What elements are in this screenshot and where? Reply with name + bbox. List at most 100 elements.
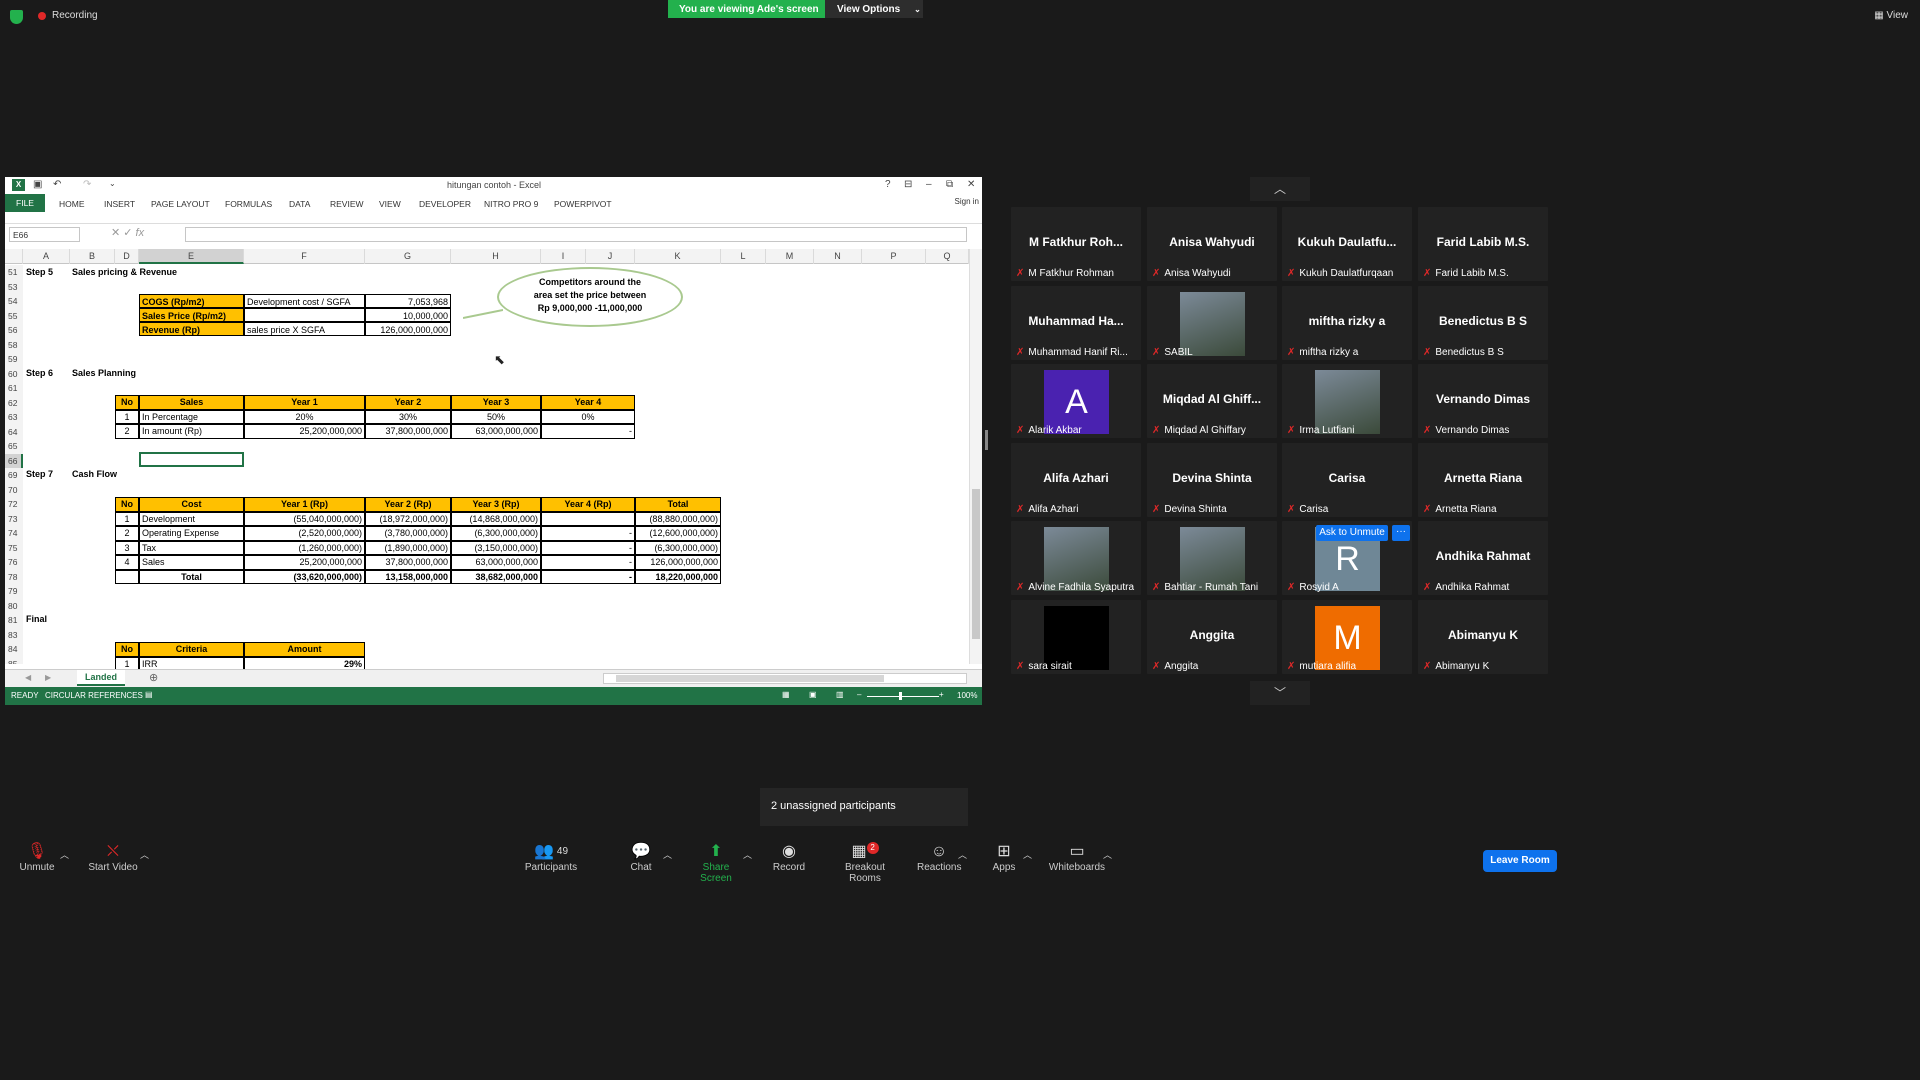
row-header[interactable]: 62 [5, 395, 23, 410]
more-options-icon[interactable]: ··· [1392, 525, 1410, 541]
participant-tile[interactable]: miftha rizky a ✗ miftha rizky a [1282, 286, 1412, 360]
ask-to-unmute-button[interactable]: Ask to Unmute [1316, 525, 1388, 541]
tab-powerpivot[interactable]: POWERPIVOT [554, 199, 612, 209]
competitor-callout[interactable]: Competitors around the area set the pric… [497, 267, 683, 327]
participant-tile[interactable]: ✗ Alvine Fadhila Syaputra [1011, 521, 1141, 595]
col-header[interactable]: F [244, 249, 365, 264]
participant-tile[interactable]: A ✗ Alarik Akbar [1011, 364, 1141, 438]
sign-in-link[interactable]: Sign in [955, 197, 979, 206]
row-header[interactable]: 55 [5, 308, 23, 323]
view-button[interactable]: ▦ View [1874, 10, 1908, 21]
row-header[interactable]: 80 [5, 598, 23, 613]
participant-tile[interactable]: Alifa Azhari ✗ Alifa Azhari [1011, 443, 1141, 517]
sheet-prev-icon[interactable]: ◀ [25, 673, 31, 682]
h-scrollbar-thumb[interactable] [616, 675, 884, 682]
zoom-in-icon[interactable]: + [939, 690, 944, 699]
participant-tile[interactable]: Farid Labib M.S. ✗ Farid Labib M.S. [1418, 207, 1548, 281]
col-header[interactable]: D [115, 249, 139, 264]
gallery-page-down-button[interactable]: ﹀ [1250, 681, 1310, 705]
row-header[interactable]: 83 [5, 627, 23, 642]
chat-button[interactable]: 💬 Chat [628, 842, 654, 873]
selected-cell[interactable] [139, 452, 244, 467]
participant-tile[interactable]: Benedictus B S ✗ Benedictus B S [1418, 286, 1548, 360]
tab-formulas[interactable]: FORMULAS [225, 199, 272, 209]
tab-view[interactable]: VIEW [379, 199, 401, 209]
participant-tile[interactable]: Anisa Wahyudi ✗ Anisa Wahyudi [1147, 207, 1277, 281]
whiteboards-caret-icon[interactable]: ︿ [1103, 848, 1112, 861]
col-header[interactable]: E [139, 249, 244, 264]
col-header[interactable]: G [365, 249, 451, 264]
row-header[interactable]: 51 [5, 265, 23, 280]
redo-icon[interactable]: ↷ [83, 179, 91, 190]
sheet-tab-landed[interactable]: Landed [77, 670, 125, 686]
row-header[interactable]: 63 [5, 410, 23, 425]
tab-page-layout[interactable]: PAGE LAYOUT [151, 199, 210, 209]
zoom-out-icon[interactable]: – [857, 690, 861, 699]
minimize-icon[interactable]: – [926, 179, 932, 190]
col-header[interactable]: J [586, 249, 635, 264]
row-header[interactable]: 85 [5, 656, 23, 664]
tab-data[interactable]: DATA [289, 199, 310, 209]
col-header[interactable]: M [766, 249, 814, 264]
participant-tile[interactable]: Arnetta Riana ✗ Arnetta Riana [1418, 443, 1548, 517]
shared-excel-window[interactable]: X ▣ ↶ ↷ ⌄ hitungan contoh - Excel ? ⊟ – … [5, 177, 982, 705]
row-header[interactable]: 56 [5, 323, 23, 338]
close-icon[interactable]: ✕ [967, 179, 975, 190]
row-header[interactable]: 69 [5, 468, 23, 483]
page-layout-view-icon[interactable]: ▣ [809, 690, 817, 699]
participant-tile[interactable]: Andhika Rahmat ✗ Andhika Rahmat [1418, 521, 1548, 595]
col-header[interactable]: I [541, 249, 586, 264]
participant-tile[interactable]: ✗ sara sirait [1011, 600, 1141, 674]
breakout-rooms-button[interactable]: ▦ 2 Breakout Rooms [828, 842, 902, 884]
col-header[interactable]: H [451, 249, 541, 264]
chat-options-caret-icon[interactable]: ︿ [663, 848, 672, 861]
splitter-handle[interactable] [985, 430, 988, 450]
apps-button[interactable]: ⊞ Apps [990, 842, 1018, 873]
name-box[interactable]: E66 [9, 227, 80, 242]
row-header[interactable]: 66 [5, 453, 23, 468]
recording-indicator[interactable]: Recording [38, 10, 98, 21]
row-header[interactable]: 79 [5, 584, 23, 599]
col-header[interactable]: P [862, 249, 926, 264]
tab-nitro-pro[interactable]: NITRO PRO 9 [484, 199, 538, 209]
whiteboards-button[interactable]: ▭ Whiteboards [1048, 842, 1106, 873]
row-header[interactable]: 72 [5, 497, 23, 512]
scrollbar-thumb[interactable] [972, 489, 980, 639]
row-header[interactable]: 81 [5, 613, 23, 628]
row-header[interactable]: 60 [5, 366, 23, 381]
row-header[interactable]: 61 [5, 381, 23, 396]
tab-review[interactable]: REVIEW [330, 199, 364, 209]
participant-tile[interactable]: Anggita ✗ Anggita [1147, 600, 1277, 674]
col-header[interactable]: A [23, 249, 70, 264]
row-header[interactable]: 58 [5, 337, 23, 352]
zoom-slider-handle[interactable] [899, 692, 902, 700]
help-icon[interactable]: ? [885, 179, 891, 190]
col-header[interactable]: Q [926, 249, 969, 264]
sheet-next-icon[interactable]: ▶ [45, 673, 51, 682]
row-header[interactable]: 73 [5, 511, 23, 526]
reactions-button[interactable]: ☺ Reactions [917, 842, 961, 873]
vertical-scrollbar[interactable] [969, 249, 982, 664]
gallery-page-up-button[interactable]: ︿ [1250, 177, 1310, 201]
tab-home[interactable]: HOME [59, 199, 85, 209]
security-shield-icon[interactable] [10, 10, 23, 24]
add-sheet-icon[interactable]: ⊕ [149, 671, 158, 684]
participant-tile[interactable]: ✗ Bahtiar - Rumah Tani [1147, 521, 1277, 595]
participant-tile[interactable]: Carisa ✗ Carisa [1282, 443, 1412, 517]
row-header[interactable]: 70 [5, 482, 23, 497]
unassigned-participants-popup[interactable]: 2 unassigned participants [760, 788, 968, 826]
participant-tile[interactable]: ✗ SABIL [1147, 286, 1277, 360]
participant-tile[interactable]: M Fatkhur Roh... ✗ M Fatkhur Rohman [1011, 207, 1141, 281]
view-options-button[interactable]: View Options ⌄ [825, 0, 923, 18]
tab-developer[interactable]: DEVELOPER [419, 199, 471, 209]
select-all-corner[interactable] [5, 249, 23, 264]
leave-room-button[interactable]: Leave Room [1483, 850, 1557, 872]
col-header[interactable]: K [635, 249, 721, 264]
macro-record-icon[interactable]: ▤ [145, 690, 153, 699]
reactions-caret-icon[interactable]: ︿ [958, 848, 967, 861]
quick-access-menu-icon[interactable]: ⌄ [109, 179, 116, 188]
page-break-view-icon[interactable]: ▥ [836, 690, 844, 699]
participant-tile[interactable]: ✗ Irma Lutfiani [1282, 364, 1412, 438]
participant-tile[interactable]: Abimanyu K ✗ Abimanyu K [1418, 600, 1548, 674]
participant-tile[interactable]: Muhammad Ha... ✗ Muhammad Hanif Ri... [1011, 286, 1141, 360]
